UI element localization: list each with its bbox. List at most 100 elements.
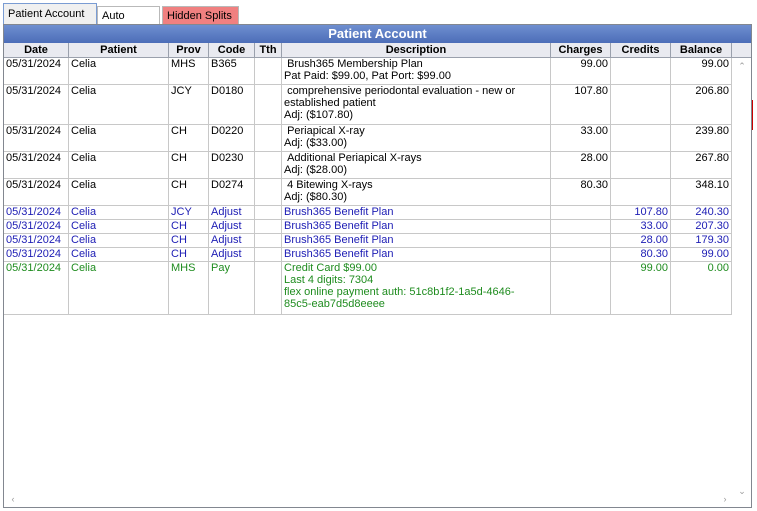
cell-charges: 80.30: [551, 179, 611, 205]
cell-description: Brush365 Benefit Plan: [282, 234, 551, 247]
scroll-down-icon[interactable]: ⌄: [737, 486, 747, 496]
cell-charges: [551, 220, 611, 233]
cell-charges: [551, 234, 611, 247]
column-header-balance[interactable]: Balance: [671, 43, 732, 57]
column-header-row: Date Patient Prov Code Tth Description C…: [4, 43, 751, 58]
cell-patient: Celia: [69, 85, 169, 124]
cell-description: Brush365 Membership Plan Pat Paid: $99.0…: [282, 58, 551, 84]
cell-balance: 239.80: [671, 125, 732, 151]
column-header-date[interactable]: Date: [4, 43, 69, 57]
ledger-row[interactable]: 05/31/2024 Celia CH D0220 Periapical X-ray …: [4, 125, 732, 152]
cell-tooth: [255, 262, 282, 314]
column-header-credits[interactable]: Credits: [611, 43, 671, 57]
cell-tooth: [255, 58, 282, 84]
ledger-row[interactable]: 05/31/2024 Celia CH Adjust Brush365 Benefit …: [4, 234, 732, 248]
scroll-left-icon[interactable]: ‹: [8, 494, 18, 504]
cell-tooth: [255, 152, 282, 178]
vertical-scrollbar[interactable]: ⌃ ⌄: [734, 58, 750, 498]
cell-credits: 33.00: [611, 220, 671, 233]
cell-prov: CH: [169, 234, 209, 247]
cell-balance: 179.30: [671, 234, 732, 247]
cell-charges: [551, 262, 611, 314]
ledger-row[interactable]: 05/31/2024 Celia CH D0274 4 Bitewing X-rays…: [4, 179, 732, 206]
cell-balance: 240.30: [671, 206, 732, 219]
cell-date: 05/31/2024: [4, 220, 69, 233]
ledger-row[interactable]: 05/31/2024 Celia CH Adjust Brush365 Benefit …: [4, 248, 732, 262]
account-grid-panel: Patient Account Date Patient Prov Code T…: [3, 24, 752, 508]
cell-prov: CH: [169, 152, 209, 178]
ledger-row[interactable]: 05/31/2024 Celia MHS B365 Brush365 Membersh…: [4, 58, 732, 85]
cell-prov: JCY: [169, 206, 209, 219]
cell-balance: 99.00: [671, 248, 732, 261]
tab-hidden-splits[interactable]: Hidden Splits: [162, 6, 239, 24]
cell-credits: [611, 179, 671, 205]
cell-balance: 99.00: [671, 58, 732, 84]
column-header-code[interactable]: Code: [209, 43, 255, 57]
cell-patient: Celia: [69, 179, 169, 205]
cell-tooth: [255, 179, 282, 205]
column-header-charges[interactable]: Charges: [551, 43, 611, 57]
cell-description: Brush365 Benefit Plan: [282, 206, 551, 219]
cell-description: comprehensive periodontal evaluation - n…: [282, 85, 551, 124]
cell-credits: [611, 58, 671, 84]
cell-date: 05/31/2024: [4, 206, 69, 219]
window-edge-marker: [752, 100, 757, 130]
ledger-row[interactable]: 05/31/2024 Celia MHS Pay Credit Card $99.00 …: [4, 262, 732, 315]
column-header-tooth[interactable]: Tth: [255, 43, 282, 57]
cell-description: Brush365 Benefit Plan: [282, 220, 551, 233]
column-header-description[interactable]: Description: [282, 43, 551, 57]
cell-charges: 33.00: [551, 125, 611, 151]
cell-description: Credit Card $99.00 Last 4 digits: 7304 f…: [282, 262, 551, 314]
horizontal-scrollbar[interactable]: ‹ ›: [4, 491, 734, 507]
ledger-row[interactable]: 05/31/2024 Celia JCY Adjust Brush365 Benefit…: [4, 206, 732, 220]
cell-date: 05/31/2024: [4, 152, 69, 178]
cell-balance: 207.30: [671, 220, 732, 233]
cell-code: Adjust: [209, 248, 255, 261]
cell-balance: 0.00: [671, 262, 732, 314]
cell-code: Adjust: [209, 206, 255, 219]
column-header-prov[interactable]: Prov: [169, 43, 209, 57]
cell-charges: [551, 248, 611, 261]
cell-code: Pay: [209, 262, 255, 314]
grid-title: Patient Account: [4, 25, 751, 43]
scroll-up-icon[interactable]: ⌃: [737, 61, 747, 71]
cell-description: Additional Periapical X-rays Adj: ($28.0…: [282, 152, 551, 178]
cell-code: Adjust: [209, 220, 255, 233]
ledger-row[interactable]: 05/31/2024 Celia CH D0230 Additional Periap…: [4, 152, 732, 179]
column-header-patient[interactable]: Patient: [69, 43, 169, 57]
cell-tooth: [255, 248, 282, 261]
tab-patient-account[interactable]: Patient Account: [3, 3, 97, 24]
tab-auto-ortho[interactable]: Auto Ortho: [97, 6, 160, 40]
cell-prov: CH: [169, 179, 209, 205]
tab-strip: Patient Account Auto Ortho Hidden Splits: [0, 3, 757, 40]
scroll-right-icon[interactable]: ›: [720, 494, 730, 504]
cell-credits: [611, 152, 671, 178]
cell-credits: 28.00: [611, 234, 671, 247]
ledger-row[interactable]: 05/31/2024 Celia JCY D0180 comprehensive pe…: [4, 85, 732, 125]
cell-prov: MHS: [169, 58, 209, 84]
cell-tooth: [255, 206, 282, 219]
cell-charges: 99.00: [551, 58, 611, 84]
cell-charges: 28.00: [551, 152, 611, 178]
cell-patient: Celia: [69, 206, 169, 219]
cell-code: D0230: [209, 152, 255, 178]
cell-patient: Celia: [69, 58, 169, 84]
cell-prov: CH: [169, 125, 209, 151]
cell-patient: Celia: [69, 234, 169, 247]
cell-code: D0220: [209, 125, 255, 151]
cell-patient: Celia: [69, 152, 169, 178]
cell-tooth: [255, 234, 282, 247]
cell-balance: 267.80: [671, 152, 732, 178]
ledger-row[interactable]: 05/31/2024 Celia CH Adjust Brush365 Benefit …: [4, 220, 732, 234]
cell-credits: [611, 125, 671, 151]
cell-code: B365: [209, 58, 255, 84]
cell-charges: [551, 206, 611, 219]
cell-date: 05/31/2024: [4, 234, 69, 247]
cell-date: 05/31/2024: [4, 248, 69, 261]
cell-prov: JCY: [169, 85, 209, 124]
cell-balance: 348.10: [671, 179, 732, 205]
cell-credits: 107.80: [611, 206, 671, 219]
cell-patient: Celia: [69, 262, 169, 314]
cell-code: D0274: [209, 179, 255, 205]
cell-description: Periapical X-ray Adj: ($33.00): [282, 125, 551, 151]
